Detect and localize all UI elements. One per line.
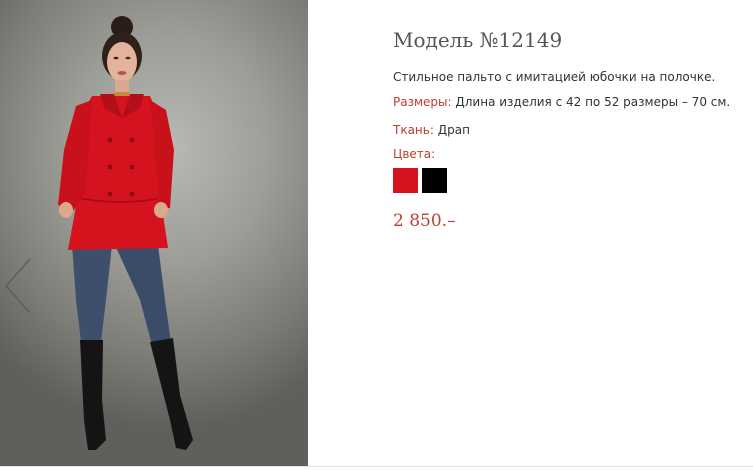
sizes-label: Размеры:	[393, 95, 452, 109]
model-illustration	[58, 16, 193, 450]
color-swatch-red[interactable]	[393, 168, 418, 193]
chevron-left-icon[interactable]	[2, 255, 36, 317]
product-page: Модель №12149 Стильное пальто с имитацие…	[0, 0, 753, 470]
color-swatches	[393, 168, 447, 193]
footer-divider	[0, 466, 753, 467]
sizes-row: Размеры: Длина изделия с 42 по 52 размер…	[393, 95, 730, 109]
product-description: Стильное пальто с имитацией юбочки на по…	[393, 70, 716, 84]
sizes-value: Длина изделия с 42 по 52 размеры – 70 см…	[455, 95, 731, 109]
fabric-row: Ткань: Драп	[393, 123, 470, 137]
product-photo	[0, 0, 308, 466]
color-swatch-black[interactable]	[422, 168, 447, 193]
fabric-value: Драп	[437, 123, 470, 137]
fabric-label: Ткань:	[393, 123, 434, 137]
colors-label: Цвета:	[393, 147, 436, 161]
product-title: Модель №12149	[393, 28, 563, 52]
product-price: 2 850.–	[393, 211, 456, 231]
